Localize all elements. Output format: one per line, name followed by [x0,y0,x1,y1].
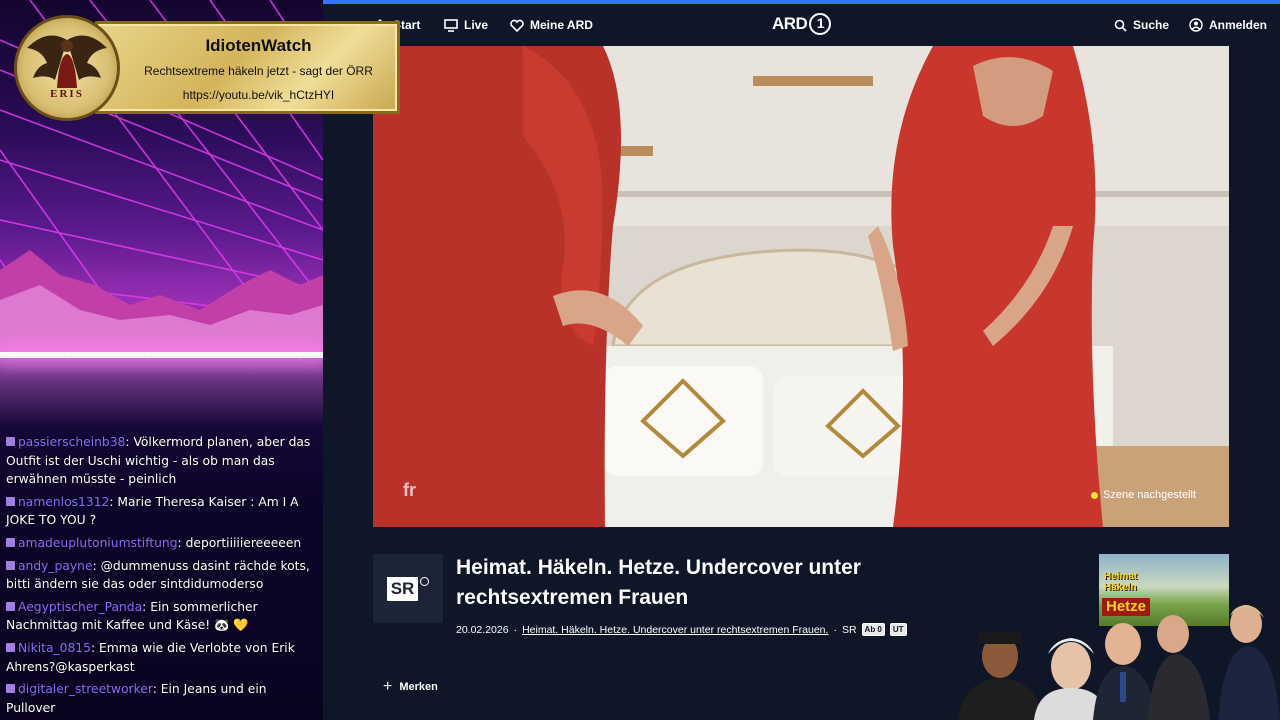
chat-list: passierscheinb38: Völkermord planen, abe… [6,433,318,720]
chat-message: passierscheinb38: Völkermord planen, abe… [6,433,318,489]
channel-logo-sr[interactable]: SR [373,554,443,623]
subtitle-badge: UT [889,623,907,636]
video-frame [373,46,1229,527]
twitch-icon [6,601,15,611]
nav-live-label: Live [464,18,489,32]
chat-separator: : [90,640,100,655]
nav-meine-ard-label: Meine ARD [530,18,593,32]
chat-username: Aegyptischer_Panda [18,599,143,614]
chat-message: Aegyptischer_Panda: Ein sommerlicher Nac… [6,598,318,635]
stream-title-banner: IdiotenWatch Rechtsextreme häkeln jetzt … [95,21,400,114]
twitch-icon [6,684,15,694]
chat-separator: : [152,682,161,697]
program-meta: 20.02.2026 · Heimat. Häkeln. Hetze. Unde… [456,623,907,636]
water-reflection [0,358,323,428]
tv-icon [444,18,458,32]
twitch-icon [6,642,15,652]
chat-username: amadeuplutoniumstiftung [18,535,178,550]
ard-logo[interactable]: ARD 1 [772,13,832,35]
scene-disclaimer: Szene nachgestellt [1091,489,1196,501]
eris-logo: ERIS [14,15,120,121]
user-icon [1189,18,1203,32]
people-cutout-overlay [958,605,1280,720]
nav-live[interactable]: Live [444,18,488,32]
channel-watermark: fr [403,480,416,500]
twitch-icon [6,437,15,446]
search-icon [1114,19,1127,32]
nav-login[interactable]: Anmelden [1189,18,1267,32]
twitch-icon [6,496,15,506]
chat-message: andy_payne: @dummenuss dasint rächde kot… [6,557,318,594]
heart-icon [510,19,524,32]
top-navigation: Start Live Meine ARD ARD 1 Suche Anmelde… [323,4,1280,46]
banner-subtitle: Rechtsextreme häkeln jetzt - sagt der ÖR… [144,64,373,78]
twitch-icon [6,560,15,570]
banner-url[interactable]: https://youtu.be/vik_hCtzHYI [120,88,397,102]
chat-message: digitaler_streetworker: Ein Jeans und ei… [6,680,318,717]
chat-username: digitaler_streetworker [18,682,153,697]
plus-icon: + [383,678,393,695]
program-date: 20.02.2026 [456,623,509,636]
yellow-dot-icon [1091,491,1099,499]
scene-disclaimer-text: Szene nachgestellt [1103,489,1196,501]
chat-separator: : [142,599,151,614]
nav-login-label: Anmelden [1209,18,1268,32]
chat-username: passierscheinb38 [18,435,126,449]
chat-message: Nikita_0815: Emma wie die Verlobte von E… [6,639,318,676]
chat-username: andy_payne [18,558,93,573]
logo-text: ERIS [50,88,84,100]
twitch-icon [6,537,15,547]
ard-logo-text: ARD [772,14,808,33]
chat-username: namenlos1312 [18,494,110,509]
winged-figure-icon [27,35,107,88]
series-link[interactable]: Heimat. Häkeln. Hetze. Undercover unter … [522,624,828,636]
ard-one-icon: 1 [809,13,832,35]
nav-search[interactable]: Suche [1114,18,1169,32]
mountain-range [0,250,323,355]
chat-username: Nikita_0815 [18,640,91,655]
meta-separator: · [833,623,837,636]
chat-message: amadeuplutoniumstiftung: deportiiiiieree… [6,534,318,553]
nav-meine-ard[interactable]: Meine ARD [510,18,593,32]
bookmark-label: Merken [399,681,438,693]
chat-separator: : [92,558,101,573]
sr-logo-text: SR [386,576,419,601]
bookmark-button[interactable]: + Merken [383,678,438,696]
thumbnail-text-1: Heimat Häkeln [1104,571,1138,593]
chat-text: deportiiiiiereeeeen [185,535,302,550]
banner-title: IdiotenWatch [205,36,312,55]
nav-search-label: Suche [1133,18,1170,32]
program-sender: SR [841,623,857,636]
chat-separator: : [177,535,186,550]
program-title: Heimat. Häkeln. Hetze. Undercover unter … [456,556,861,609]
age-rating-badge: Ab 0 [861,623,885,636]
chat-message: namenlos1312: Marie Theresa Kaiser : Am … [6,493,318,530]
registered-icon [420,577,430,586]
meta-separator: · [513,623,518,636]
video-player[interactable]: fr Szene nachgestellt [373,46,1229,527]
